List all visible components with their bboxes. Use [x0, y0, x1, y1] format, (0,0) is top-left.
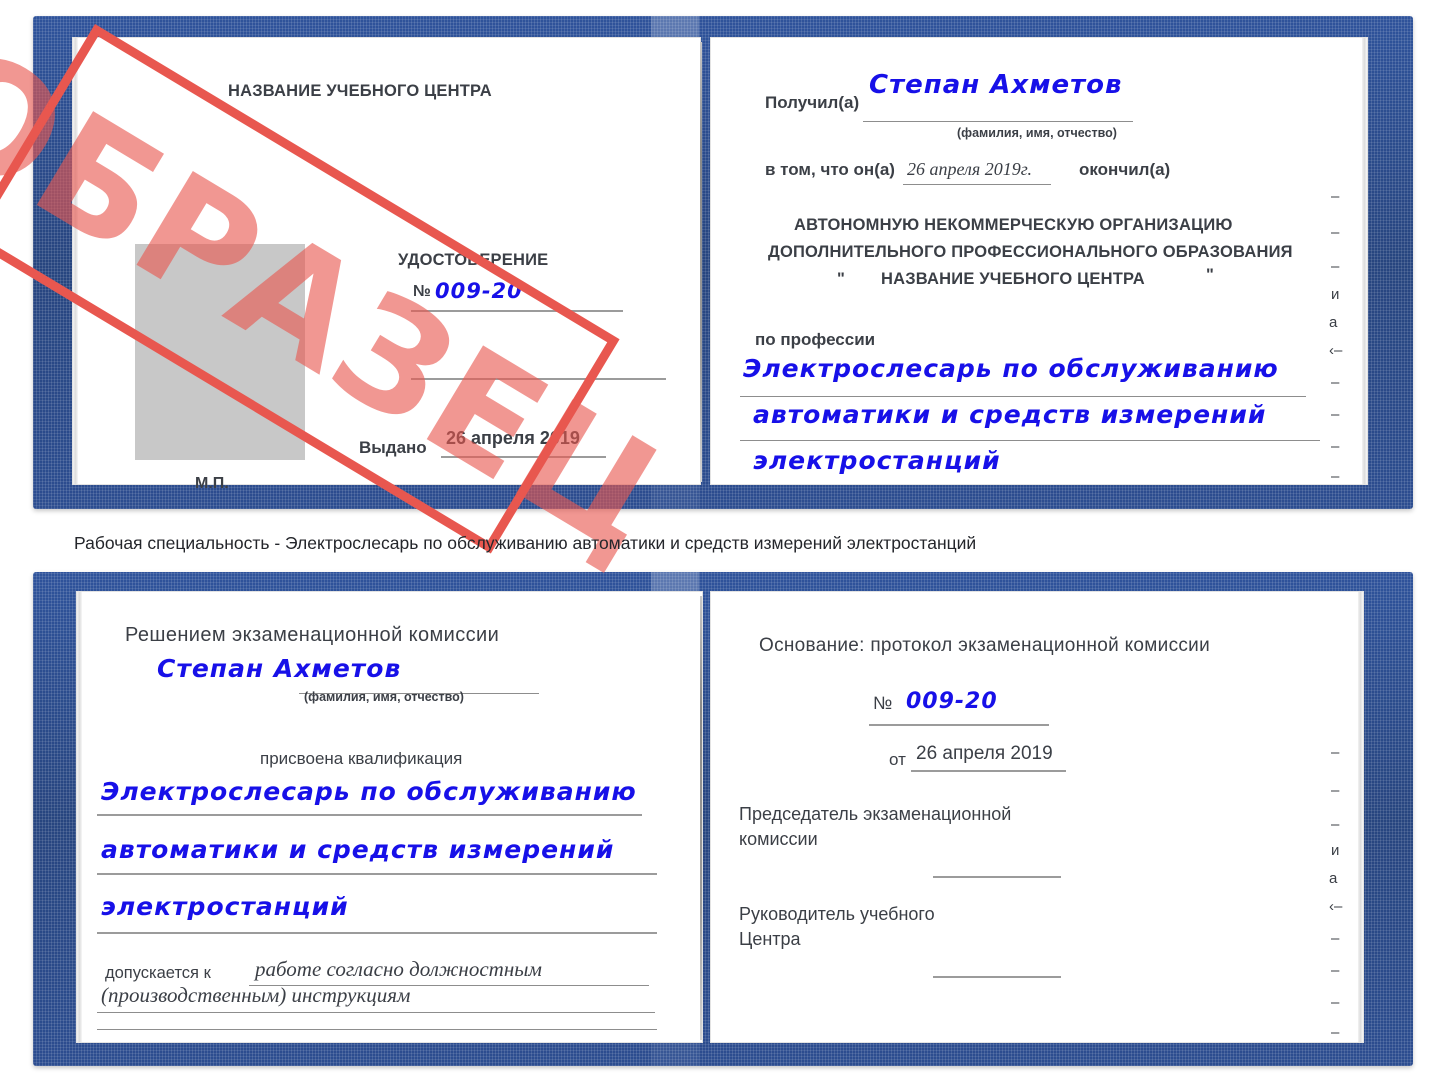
certificate-number-label: № [413, 283, 431, 300]
edge-fragment: – [1331, 468, 1340, 485]
clause-suffix: окончил(а) [1079, 160, 1171, 179]
profession-rule-2 [740, 440, 1320, 441]
qualification-rule-2 [97, 873, 657, 875]
admitted-value-line-1: работе согласно должностным [255, 957, 542, 981]
admitted-label: допускается к [105, 964, 211, 982]
org-line-1: АВТОНОМНУЮ НЕКОММЕРЧЕСКУЮ ОРГАНИЗАЦИЮ [794, 216, 1233, 234]
clause-date-value: 26 апреля 2019г. [907, 159, 1033, 179]
seal-place-label: М.П. [195, 475, 229, 492]
book-spine-line-top [700, 42, 702, 482]
blank-rule-1 [411, 378, 666, 380]
profession-rule-1 [740, 396, 1306, 397]
qualification-value-line-1: Электрослесарь по обслуживанию [101, 777, 637, 806]
edge-fragment: ‹– [1329, 342, 1343, 359]
edge-fragment: а [1329, 870, 1338, 887]
protocol-date-rule [911, 770, 1066, 772]
document-title: УДОСТОВЕРЕНИЕ [398, 251, 549, 269]
received-label: Получил(а) [765, 93, 860, 112]
edge-fragment: и [1331, 286, 1340, 303]
edge-fragment: ‹– [1329, 898, 1343, 915]
profession-value-line-3: электростанций [753, 446, 1001, 475]
admitted-rule-2 [97, 1012, 655, 1013]
received-name-value: Степан Ахметов [869, 70, 1123, 100]
issued-date-rule [441, 456, 606, 458]
edge-fragment: – [1331, 1024, 1340, 1041]
certificate-bottom-left-page: Решением экзаменационной комиссии Степан… [77, 592, 702, 1042]
certificate-top-right-page: Получил(а) Степан Ахметов (фамилия, имя,… [711, 38, 1367, 485]
fio-hint: (фамилия, имя, отчество) [957, 126, 1117, 140]
org-line-3: НАЗВАНИЕ УЧЕБНОГО ЦЕНТРА [881, 270, 1145, 288]
protocol-number-rule [869, 724, 1049, 726]
book-spine-line-bottom [700, 596, 702, 1040]
edge-fragment: – [1331, 962, 1340, 979]
qualification-label: присвоена квалификация [260, 749, 463, 768]
basis-label: Основание: протокол экзаменационной коми… [759, 635, 1211, 656]
org-quote-open: " [837, 270, 845, 288]
page-stack-edge [73, 38, 78, 484]
chairman-label-line-1: Председатель экзаменационной [739, 804, 1012, 824]
clause-date-rule [903, 184, 1051, 185]
clause-prefix: в том, что он(а) [765, 160, 895, 179]
edge-fragment: – [1331, 930, 1340, 947]
edge-fragment: а [1329, 314, 1338, 331]
edge-fragment: – [1331, 188, 1340, 205]
page-stack-edge [1358, 592, 1363, 1042]
qualification-rule-1 [97, 814, 642, 816]
protocol-date-label: от [889, 750, 906, 769]
page-stack-edge [1362, 38, 1367, 484]
edge-fragment: – [1331, 406, 1340, 423]
awardee-name-value: Степан Ахметов [157, 654, 402, 683]
edge-fragment: – [1331, 994, 1340, 1011]
qualification-value-line-2: автоматики и средств измерений [101, 835, 615, 864]
received-name-rule [863, 121, 1133, 122]
profession-value-line-1: Электрослесарь по обслуживанию [743, 354, 1279, 383]
edge-fragment: – [1331, 224, 1340, 241]
certificate-bottom-cover: Решением экзаменационной комиссии Степан… [33, 572, 1413, 1066]
photo-placeholder [135, 244, 305, 460]
profession-value-line-2: автоматики и средств измерений [753, 400, 1267, 429]
page-caption: Рабочая специальность - Электрослесарь п… [74, 533, 977, 553]
issued-label: Выдано [359, 438, 427, 457]
protocol-date-value: 26 апреля 2019 [916, 743, 1053, 764]
training-center-name-title: НАЗВАНИЕ УЧЕБНОГО ЦЕНТРА [228, 82, 492, 100]
protocol-number-value: 009-20 [906, 689, 998, 714]
edge-fragment: – [1331, 744, 1340, 761]
org-line-2: ДОПОЛНИТЕЛЬНОГО ПРОФЕССИОНАЛЬНОГО ОБРАЗО… [768, 243, 1293, 261]
admitted-value-line-2: (производственным) инструкциям [101, 983, 411, 1007]
admitted-rule-3 [97, 1029, 657, 1030]
certificate-number-value: 009-20 [435, 279, 523, 303]
head-signature-rule [933, 976, 1061, 978]
head-label-line-2: Центра [739, 929, 801, 949]
certificate-number-rule [411, 310, 623, 312]
edge-fragment: – [1331, 374, 1340, 391]
edge-fragment: – [1331, 258, 1340, 275]
qualification-value-line-3: электростанций [101, 892, 349, 921]
edge-fragment: – [1331, 782, 1340, 799]
protocol-number-label: № [873, 693, 893, 713]
edge-fragment: – [1331, 816, 1340, 833]
certificate-top-left-page: НАЗВАНИЕ УЧЕБНОГО ЦЕНТРА УДОСТОВЕРЕНИЕ №… [73, 38, 700, 492]
certificate-top-cover: НАЗВАНИЕ УЧЕБНОГО ЦЕНТРА УДОСТОВЕРЕНИЕ №… [33, 16, 1413, 509]
org-quote-close: " [1206, 266, 1214, 284]
edge-fragment: и [1331, 842, 1340, 859]
profession-label: по профессии [755, 330, 876, 349]
certificate-bottom-right-page: Основание: протокол экзаменационной коми… [711, 592, 1363, 1042]
chairman-signature-rule [933, 876, 1061, 878]
commission-heading: Решением экзаменационной комиссии [125, 624, 500, 646]
chairman-label-line-2: комиссии [739, 829, 818, 849]
head-label-line-1: Руководитель учебного [739, 904, 935, 924]
issued-date-value: 26 апреля 2019 [446, 428, 580, 448]
edge-fragment: – [1331, 438, 1340, 455]
fio-hint: (фамилия, имя, отчество) [304, 690, 464, 704]
qualification-rule-3 [97, 932, 657, 934]
page-stack-edge [77, 592, 82, 1042]
